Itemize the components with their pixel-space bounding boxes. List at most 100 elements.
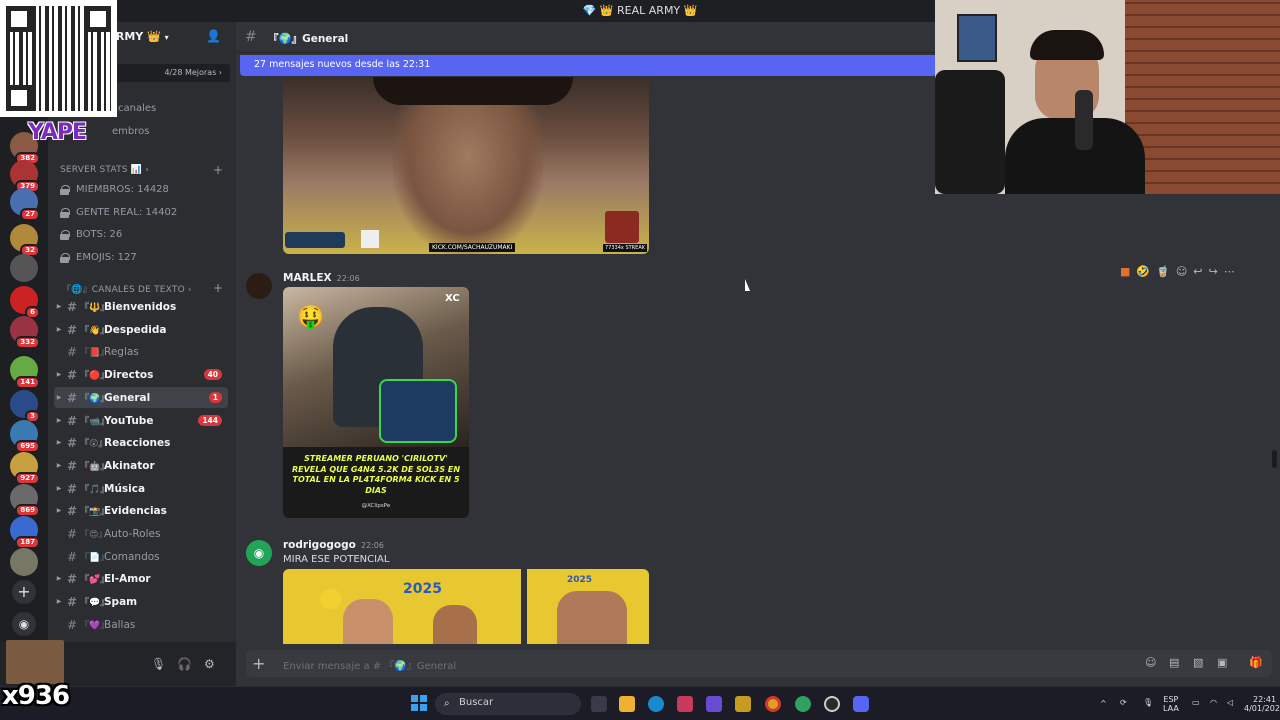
gift-icon[interactable]: 🎁 (1249, 656, 1263, 669)
emoji-icon[interactable]: ☺ (1145, 656, 1156, 669)
new-messages-bar[interactable]: 27 mensajes nuevos desde las 22:31 (240, 55, 936, 76)
stream-image[interactable]: KICK.COM/SACHAUZUMAKI 77334x STREAK (283, 77, 649, 254)
news-image[interactable]: 🤑 XC STREAMER PERUANO 'CIRILOTV' REVELA … (283, 287, 469, 518)
channel-youtube[interactable]: ▶ # 『📹』 YouTube 144 (54, 410, 228, 431)
display-icon[interactable]: ▭ (1192, 698, 1200, 707)
network-icon[interactable]: ⟳ (1120, 698, 1127, 707)
add-server-icon[interactable]: + (12, 580, 36, 604)
server-icon[interactable]: 695 (10, 420, 40, 453)
volume-icon[interactable]: ◁ (1227, 698, 1233, 707)
stat-channel[interactable]: EMOJIS: 127 (60, 252, 137, 263)
clock[interactable]: 22:414/01/2026 (1244, 695, 1280, 713)
message-input[interactable]: Enviar mensaje a # 『🌍』General (283, 657, 456, 672)
hash-icon: # (66, 299, 78, 314)
discord-icon[interactable] (853, 696, 869, 712)
server-icon[interactable]: 869 (10, 484, 40, 517)
server-icon[interactable] (10, 254, 38, 282)
edge-icon[interactable] (648, 696, 664, 712)
wifi-icon[interactable]: ◠ (1210, 698, 1217, 707)
channel-el-amor[interactable]: ▶ # 『💕』 El-Amor (54, 568, 228, 589)
category-server-stats[interactable]: SERVER STATS 📊 › (60, 165, 149, 175)
meme-overlay-image (6, 640, 64, 684)
channel-directos[interactable]: ▶ # 『🔴』 Directos 40 (54, 364, 228, 385)
category-text-channels[interactable]: 『🌐』CANALES DE TEXTO › (62, 282, 192, 295)
message-author[interactable]: rodrigogogo 22:06 (283, 539, 384, 551)
chrome-icon[interactable] (765, 696, 781, 712)
app-icon[interactable] (677, 696, 693, 712)
apps-icon[interactable]: ▣ (1217, 656, 1227, 669)
mouse-cursor (745, 279, 750, 291)
channel-auto-roles[interactable]: # 『😍』 Auto-Roles (54, 523, 228, 544)
reaction-emoji-icon[interactable]: ■ (1120, 265, 1130, 278)
settings-gear-icon[interactable]: ⚙ (204, 657, 215, 671)
taskbar-search[interactable]: Buscar (435, 693, 581, 715)
headphones-icon[interactable]: 🎧 (177, 657, 192, 671)
discover-icon[interactable]: ◉ (12, 612, 36, 636)
channel-comandos[interactable]: # 『📄』 Comandos (54, 546, 228, 567)
channel-label: Akinator (104, 459, 155, 472)
server-icon[interactable]: 927 (10, 452, 40, 485)
discord-default-avatar[interactable]: ◉ (246, 540, 272, 566)
channel-despedida[interactable]: ▶ # 『👋』 Despedida (54, 319, 228, 340)
add-reaction-icon[interactable]: ☺ (1176, 265, 1187, 278)
task-view-icon[interactable] (591, 696, 607, 712)
sticker-icon[interactable]: ▧ (1193, 656, 1203, 669)
kick-watermark: KICK.COM/SACHAUZUMAKI (429, 243, 516, 252)
channel-emoji-icon: 『🎵』 (80, 485, 110, 495)
server-icon[interactable]: 141 (10, 356, 40, 389)
channel-general[interactable]: ▶ # 『🌍』 General 1 (54, 387, 228, 408)
stat-channel[interactable]: GENTE REAL: 14402 (60, 207, 177, 218)
add-channel-icon[interactable]: + (213, 281, 223, 295)
server-icon[interactable]: 332 (10, 316, 40, 349)
avatar[interactable] (246, 273, 272, 299)
chrome-profile-icon[interactable] (795, 696, 811, 712)
attach-plus-icon[interactable]: + (252, 654, 265, 673)
windows-start-icon[interactable] (411, 695, 427, 711)
microphone-icon[interactable]: 🎙 (151, 657, 166, 671)
server-icon[interactable]: 187 (10, 516, 40, 549)
more-icon[interactable]: ⋯ (1224, 265, 1235, 278)
message-author[interactable]: MARLEX 22:06 (283, 272, 360, 284)
gallery-image[interactable]: 2025 (527, 569, 649, 644)
stat-channel[interactable]: BOTS: 26 (60, 229, 122, 240)
channel-evidencias[interactable]: ▶ # 『📸』 Evidencias (54, 500, 228, 521)
message-actions: ■ 🤣 🧋 ☺ ↩ ↪ ⋯ (1120, 262, 1260, 280)
server-icon[interactable]: 27 (10, 188, 40, 221)
browse-channels[interactable]: canales (118, 103, 156, 114)
channel-ballas[interactable]: # 『💜』 Ballas (54, 614, 228, 635)
copilot-icon[interactable] (706, 696, 722, 712)
taskbar (0, 686, 1280, 720)
language-indicator[interactable]: ESP LAA (1163, 695, 1179, 713)
channel-reglas[interactable]: # 『📕』 Reglas (54, 341, 228, 362)
channel-label: Directos (104, 368, 154, 381)
app-icon[interactable] (735, 696, 751, 712)
channel-reacciones[interactable]: ▶ # 『😲』 Reacciones (54, 432, 228, 453)
forward-icon[interactable]: ↪ (1209, 265, 1218, 278)
add-channel-icon[interactable]: + (213, 163, 223, 177)
file-explorer-icon[interactable] (619, 696, 635, 712)
mic-tray-icon[interactable]: 🎙 (1143, 698, 1153, 707)
scrollbar[interactable] (1272, 450, 1277, 468)
person-image (557, 591, 627, 644)
channel-música[interactable]: ▶ # 『🎵』 Música (54, 478, 228, 499)
server-icon[interactable]: 3 (10, 390, 40, 423)
obs-icon[interactable] (824, 696, 840, 712)
tray-chevron-icon[interactable]: ^ (1100, 699, 1107, 708)
stat-channel[interactable]: MIEMBROS: 14428 (60, 184, 169, 195)
channel-akinator[interactable]: ▶ # 『🤖』 Akinator (54, 455, 228, 476)
reaction-emoji-icon[interactable]: 🧋 (1156, 265, 1170, 278)
channel-bienvenidos[interactable]: ▶ # 『🔱』 Bienvenidos (54, 296, 228, 317)
server-icon[interactable] (10, 548, 38, 576)
members-link[interactable]: embros (112, 126, 149, 137)
channel-label: Bienvenidos (104, 300, 177, 313)
channel-spam[interactable]: ▶ # 『💬』 Spam (54, 591, 228, 612)
invite-icon[interactable]: 👤 (206, 29, 221, 43)
server-icon[interactable]: 379 (10, 160, 40, 193)
server-icon[interactable]: 32 (10, 224, 40, 257)
reaction-emoji-icon[interactable]: 🤣 (1136, 265, 1150, 278)
streak-badge (605, 211, 639, 243)
gif-icon[interactable]: ▤ (1169, 656, 1179, 669)
reply-icon[interactable]: ↩ (1193, 265, 1202, 278)
server-icon[interactable]: 6 (10, 286, 40, 319)
gallery-image[interactable]: 2025 (283, 569, 521, 644)
